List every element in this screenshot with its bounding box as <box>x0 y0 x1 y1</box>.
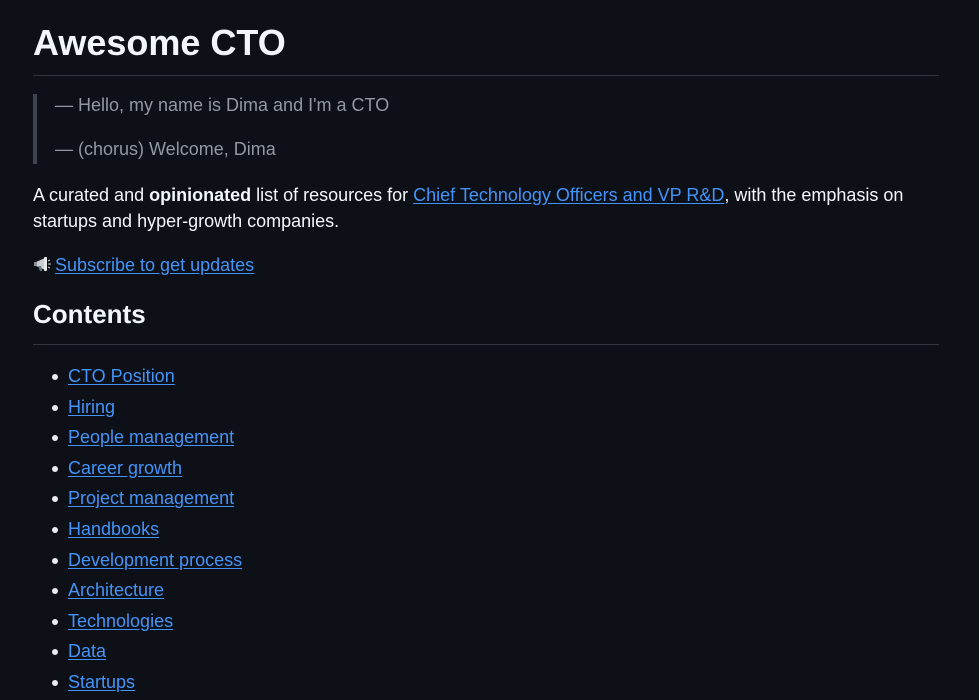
intro-text-2: list of resources for <box>251 185 414 205</box>
cto-vp-link[interactable]: Chief Technology Officers and VP R&D <box>413 185 724 205</box>
quote-line-2: — (chorus) Welcome, Dima <box>55 139 276 159</box>
list-item: Career growth <box>52 453 939 484</box>
toc-link-people-management[interactable]: People management <box>68 427 234 447</box>
list-item: Data <box>52 636 939 667</box>
subscribe-paragraph: Subscribe to get updates <box>33 252 939 278</box>
toc-link-hiring[interactable]: Hiring <box>68 397 115 417</box>
blockquote: — Hello, my name is Dima and I'm a CTO —… <box>33 94 939 164</box>
intro-text-1: A curated and <box>33 185 150 205</box>
readme-article: Awesome CTO — Hello, my name is Dima and… <box>33 0 939 698</box>
list-item: Project management <box>52 483 939 514</box>
toc-link-data[interactable]: Data <box>68 641 106 661</box>
list-item: Handbooks <box>52 514 939 545</box>
page-title: Awesome CTO <box>33 0 939 76</box>
toc-link-cto-position[interactable]: CTO Position <box>68 366 175 386</box>
toc-link-startups[interactable]: Startups <box>68 672 135 692</box>
subscribe-link[interactable]: Subscribe to get updates <box>55 252 254 278</box>
quote-line-1: — Hello, my name is Dima and I'm a CTO <box>55 95 390 115</box>
list-item: Architecture <box>52 575 939 606</box>
contents-list: CTO Position Hiring People management Ca… <box>33 361 939 698</box>
toc-link-architecture[interactable]: Architecture <box>68 580 164 600</box>
toc-link-project-management[interactable]: Project management <box>68 488 234 508</box>
list-item: Technologies <box>52 606 939 637</box>
intro-paragraph: A curated and opinionated list of resour… <box>33 182 939 234</box>
contents-heading: Contents <box>33 296 939 345</box>
intro-bold-text: opinionated <box>149 185 252 205</box>
toc-link-technologies[interactable]: Technologies <box>68 611 173 631</box>
toc-link-development-process[interactable]: Development process <box>68 550 242 570</box>
list-item: Hiring <box>52 392 939 423</box>
megaphone-icon <box>33 255 55 275</box>
list-item: Development process <box>52 545 939 576</box>
list-item: CTO Position <box>52 361 939 392</box>
toc-link-career-growth[interactable]: Career growth <box>68 458 182 478</box>
toc-link-handbooks[interactable]: Handbooks <box>68 519 159 539</box>
list-item: Startups <box>52 667 939 698</box>
list-item: People management <box>52 422 939 453</box>
